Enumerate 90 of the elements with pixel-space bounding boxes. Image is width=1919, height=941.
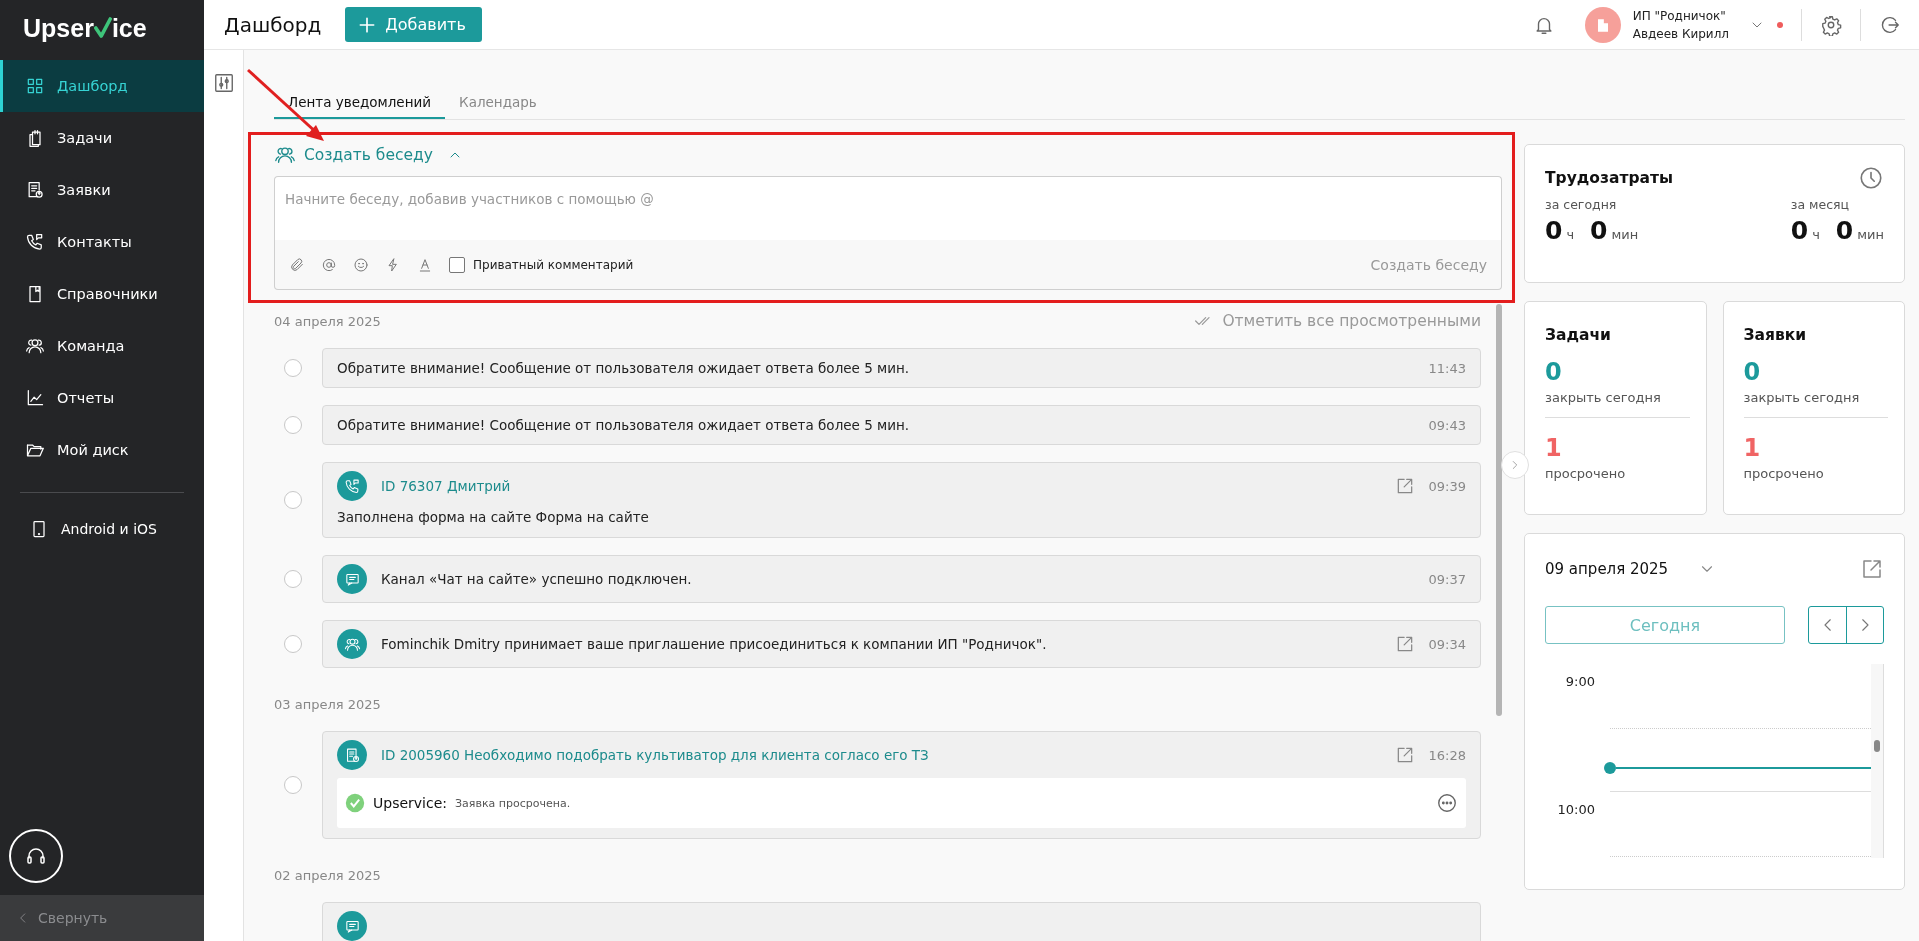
- phone-icon: [25, 232, 45, 252]
- hours-unit: ч: [1812, 227, 1820, 242]
- settings-icon[interactable]: [1820, 13, 1842, 36]
- overdue-count: 1: [1743, 434, 1762, 462]
- notification-time: 11:43: [1428, 360, 1466, 376]
- team-icon: [25, 336, 45, 356]
- check-circle-icon: [345, 793, 365, 813]
- clock-icon: [1858, 165, 1884, 191]
- at-sign-icon[interactable]: [321, 256, 337, 273]
- sidebar-item[interactable]: Контакты: [0, 216, 204, 268]
- notification-text: Fominchik Dmitry принимает ваше приглашение присоединиться к компании ИП "Родничок".: [381, 636, 1047, 652]
- message-field[interactable]: Начните беседу, добавив участников с помощью @: [274, 176, 1502, 240]
- status-dot: [1777, 21, 1783, 28]
- sidebar-item[interactable]: Заявки: [0, 164, 204, 216]
- open-external-icon[interactable]: [1860, 557, 1884, 581]
- hour-label: 9:00: [1564, 673, 1595, 691]
- date-label: 04 апреля 2025: [274, 313, 381, 329]
- notification-time: 09:34: [1428, 636, 1466, 652]
- due-count: 0: [1545, 358, 1563, 386]
- collapse-panel-button[interactable]: [1501, 451, 1529, 479]
- comment-author: Upservice:: [373, 795, 447, 811]
- overdue-count: 1: [1545, 434, 1563, 462]
- card-title: Задачи: [1545, 326, 1612, 344]
- overdue-label: просрочено: [1545, 466, 1627, 481]
- building-avatar[interactable]: [1584, 6, 1621, 43]
- sidebar-item[interactable]: Отчеты: [0, 372, 204, 424]
- notification-time: 16:28: [1428, 747, 1466, 763]
- hours-value: 0: [1545, 216, 1563, 245]
- sidebar-item[interactable]: Мой диск: [0, 424, 204, 476]
- sidebar-item[interactable]: Справочники: [0, 268, 204, 320]
- notification-link[interactable]: ID 76307 Дмитрий: [381, 478, 511, 494]
- due-count: 0: [1743, 358, 1762, 386]
- private-comment-checkbox[interactable]: Приватный комментарий: [449, 256, 634, 273]
- sidebar-item[interactable]: Дашборд: [0, 60, 204, 112]
- sliders-icon[interactable]: [212, 72, 235, 94]
- comment-text: Заявка просрочена.: [455, 796, 571, 810]
- comment-icon[interactable]: [1436, 792, 1458, 814]
- notification-time: 09:43: [1428, 417, 1466, 433]
- notification-badge-icon: [337, 911, 367, 941]
- mark-read-radio[interactable]: [284, 416, 302, 434]
- notification-text: Заполнена форма на сайте Форма на сайте: [337, 509, 650, 527]
- date-label: 03 апреля 2025: [274, 696, 381, 712]
- sidebar-item[interactable]: Задачи: [0, 112, 204, 164]
- create-chat-toggle[interactable]: Создать беседу: [274, 144, 463, 166]
- sidebar-item[interactable]: Команда: [0, 320, 204, 372]
- overdue-label: просрочено: [1743, 466, 1825, 481]
- dashboard-icon: [25, 76, 45, 96]
- minutes-unit: мин: [1857, 227, 1884, 242]
- mark-read-radio[interactable]: [284, 491, 302, 509]
- mark-read-radio[interactable]: [284, 776, 302, 794]
- logo: Upser ice: [22, 13, 147, 44]
- document-badge-icon: [337, 740, 367, 770]
- mark-read-radio[interactable]: [284, 359, 302, 377]
- team-badge-icon: [337, 629, 367, 659]
- chat-badge-icon: [337, 564, 367, 594]
- hours-unit: ч: [1566, 227, 1575, 242]
- notification-text: Канал «Чат на сайте» успешно подключен.: [381, 571, 692, 587]
- period-label: за сегодня: [1545, 197, 1618, 212]
- notification-link[interactable]: ID 2005960 Необходимо подобрать культиватор для клиента согласо его ТЗ: [381, 747, 929, 763]
- period-label: за месяц: [1790, 197, 1851, 212]
- text-format-icon[interactable]: [417, 256, 433, 273]
- notification-time: 09:39: [1428, 478, 1466, 494]
- smiley-icon[interactable]: [353, 256, 369, 273]
- notification-text: Обратите внимание! Сообщение от пользователя ожидает ответа более 5 мин.: [337, 360, 910, 376]
- hour-label: 10:00: [1556, 801, 1595, 819]
- minutes-value: 0: [1835, 216, 1854, 245]
- page-title: Дашборд: [224, 12, 322, 37]
- notification-text: Обратите внимание! Сообщение от пользователя ожидает ответа более 5 мин.: [337, 417, 910, 433]
- due-label: закрыть сегодня: [1545, 390, 1662, 405]
- paperclip-icon[interactable]: [289, 256, 305, 273]
- support-button[interactable]: [9, 829, 63, 883]
- card-title: Заявки: [1743, 326, 1808, 344]
- tab[interactable]: Лента уведомлений: [274, 86, 446, 119]
- scrollbar-thumb[interactable]: [1496, 304, 1502, 716]
- scrollbar-thumb[interactable]: [1874, 740, 1880, 752]
- minutes-value: 0: [1590, 216, 1608, 245]
- user-name: Авдеев Кирилл: [1632, 26, 1729, 41]
- sidebar-item[interactable]: Android и iOS: [0, 503, 204, 555]
- company-name: ИП "Родничок": [1632, 8, 1727, 23]
- hours-value: 0: [1790, 216, 1809, 245]
- card-title: Трудозатраты: [1545, 169, 1673, 187]
- date-label: 02 апреля 2025: [274, 867, 381, 883]
- due-label: закрыть сегодня: [1743, 390, 1861, 405]
- phone-badge-icon: [337, 471, 367, 501]
- minutes-unit: мин: [1611, 227, 1639, 242]
- notification-time: 09:37: [1428, 571, 1466, 587]
- mark-read-radio[interactable]: [284, 635, 302, 653]
- date-picker[interactable]: 09 апреля 2025: [1545, 560, 1717, 578]
- chart-icon: [25, 388, 45, 408]
- mark-read-radio[interactable]: [284, 570, 302, 588]
